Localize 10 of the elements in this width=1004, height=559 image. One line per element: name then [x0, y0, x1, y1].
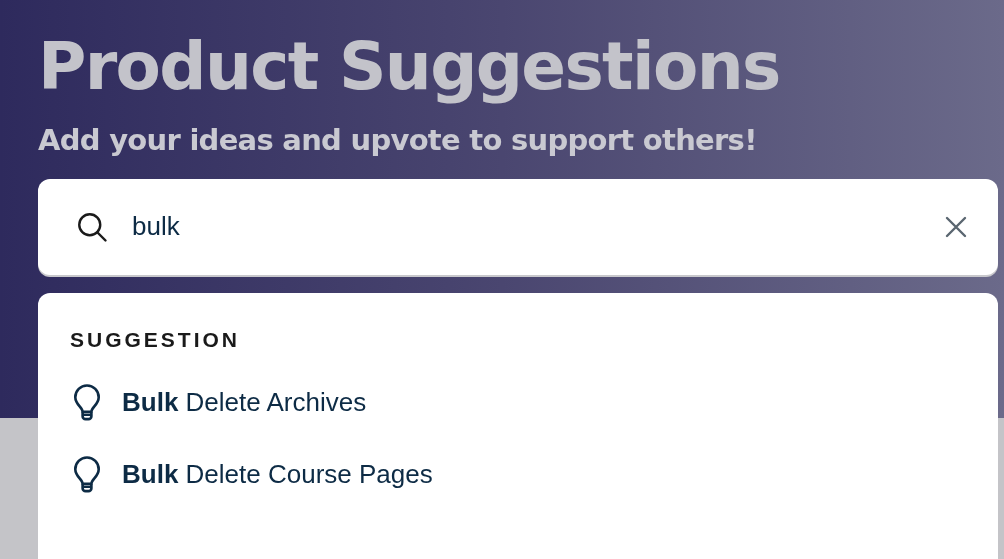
search-field[interactable]: bulk [38, 179, 998, 275]
section-heading: SUGGESTION [70, 326, 241, 353]
search-input[interactable]: bulk [132, 207, 922, 247]
lightbulb-icon [72, 383, 102, 422]
lightbulb-icon [72, 455, 102, 494]
suggestion-item[interactable]: Bulk Delete Course Pages [70, 438, 433, 511]
page-subtitle: Add your ideas and upvote to support others! [38, 122, 758, 158]
page-title: Product Suggestions [38, 27, 781, 107]
close-icon[interactable] [944, 214, 968, 239]
suggestion-item[interactable]: Bulk Delete Archives [70, 366, 367, 439]
